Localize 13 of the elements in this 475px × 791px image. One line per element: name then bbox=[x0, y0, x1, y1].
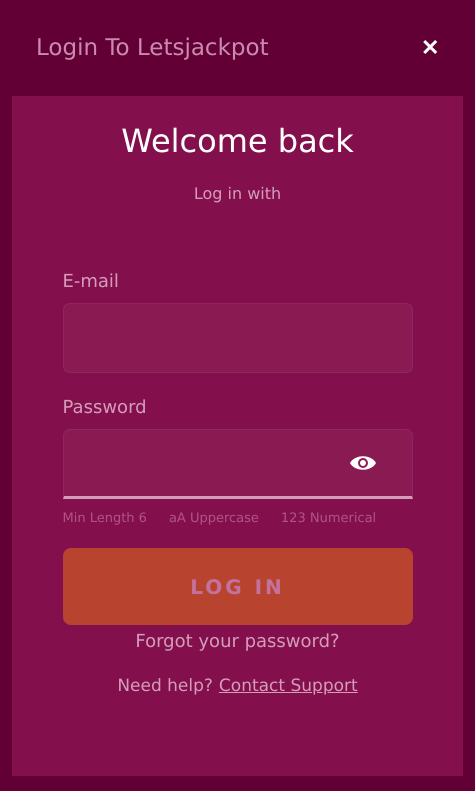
password-rule: 123 Numerical bbox=[280, 511, 376, 526]
close-button[interactable]: ✕ bbox=[421, 35, 439, 61]
welcome-heading: Welcome back bbox=[121, 122, 354, 160]
field-label: Password bbox=[62, 397, 147, 418]
password-field[interactable] bbox=[62, 429, 412, 499]
password-rule: Min Length 6 bbox=[62, 511, 147, 526]
field-label: E-mail bbox=[62, 271, 119, 292]
forgot-password-link[interactable]: Forgot your password? bbox=[135, 631, 340, 652]
contact-support-link[interactable]: Contact Support bbox=[218, 676, 358, 696]
password-rule: aA Uppercase bbox=[168, 511, 259, 526]
dialog-title: Login To Letsjackpot bbox=[36, 35, 269, 61]
login-subheading: Log in with bbox=[194, 184, 282, 203]
help-text: Need help? bbox=[117, 676, 213, 696]
